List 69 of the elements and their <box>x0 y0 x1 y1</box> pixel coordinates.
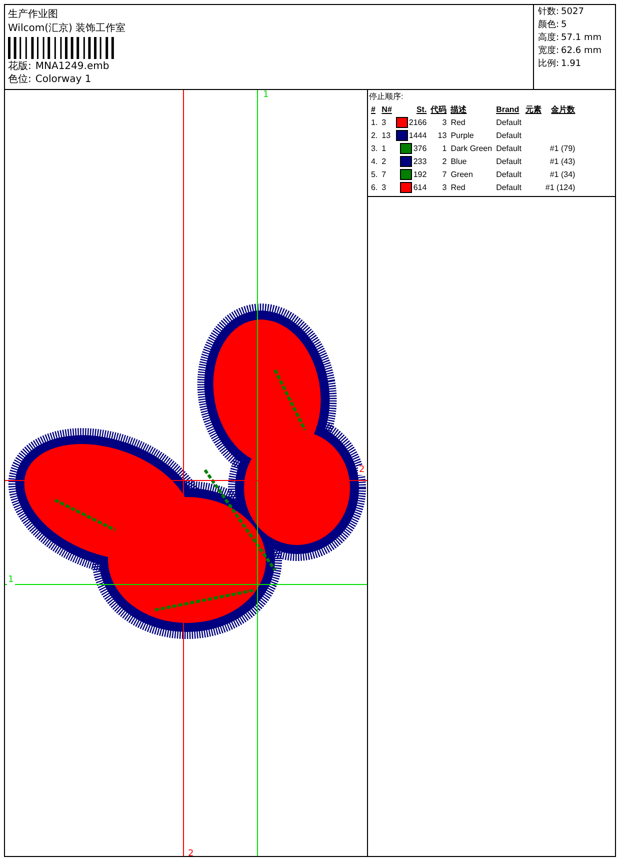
column-header: 代码 <box>429 104 448 116</box>
field-value: Colorway 1 <box>35 74 92 85</box>
table-cell-text: 3. <box>370 143 379 155</box>
stat-value: 62.6 mm <box>561 46 602 57</box>
stat-label: 针数: <box>538 7 560 18</box>
column-header: St. <box>415 104 428 116</box>
table-cell-text: #1 (79) <box>548 143 576 155</box>
table-cell-text: 13 <box>380 130 392 142</box>
table-cell-text: Blue <box>450 156 468 168</box>
column-header: 元素 <box>524 104 542 116</box>
table-cell-text: 3 <box>380 182 388 194</box>
table-cell-text: Default <box>495 156 522 168</box>
table-cell-text: 7 <box>380 169 388 181</box>
stat-value: 5027 <box>561 7 584 18</box>
stat-label: 宽度: <box>538 46 560 57</box>
stat-label: 颜色: <box>538 20 560 31</box>
table-cell-text: 3 <box>380 117 388 129</box>
table-cell-text: 2 <box>441 156 448 168</box>
stitch-count: 614 <box>413 183 427 192</box>
stat-label: 高度: <box>538 33 560 44</box>
table-cell-text: Red <box>450 117 466 129</box>
table-cell-text: Green <box>450 169 474 181</box>
stitch-count: 376 <box>413 144 427 153</box>
table-cell-text: 1. <box>370 117 379 129</box>
table-cell-text: 5. <box>370 169 379 181</box>
stitch-count: 233 <box>413 157 427 166</box>
column-header: 描述 <box>449 104 468 116</box>
field-label: 花版: <box>8 61 32 72</box>
table-cell-text: 2. <box>370 130 379 142</box>
guide-label: 1 <box>7 576 15 585</box>
table-cell-text: Dark Green <box>450 143 494 155</box>
table-cell-text: #1 (124) <box>544 182 576 194</box>
stat-value: 1.91 <box>561 59 582 70</box>
table-cell-text: Default <box>495 117 522 129</box>
table-cell-text: 2 <box>380 156 388 168</box>
table-cell-text: Purple <box>450 130 475 142</box>
column-header: # <box>370 104 376 116</box>
table-cell-text: 3 <box>441 117 448 129</box>
table-cell-text: Default <box>495 130 522 142</box>
table-cell-text: Default <box>495 143 522 155</box>
table-cell-text: 3 <box>441 182 448 194</box>
stop-sequence-title: 停止顺序: <box>369 91 404 102</box>
guide-label: 2 <box>358 466 366 475</box>
field-label: 色位: <box>8 74 32 85</box>
table-cell-text: 1 <box>441 143 448 155</box>
stitch-count: 1444 <box>408 131 427 140</box>
table-cell-text: 7 <box>441 169 448 181</box>
table-cell-text: #1 (34) <box>548 169 576 181</box>
stat-label: 比例: <box>538 59 560 70</box>
table-cell-text: Default <box>495 182 522 194</box>
table-cell-text: Default <box>495 169 522 181</box>
table-cell-text: 6. <box>370 182 379 194</box>
stitch-count: 192 <box>413 170 427 179</box>
table-cell-text: Red <box>450 182 466 194</box>
studio-name: Wilcom(汇京) 装饰工作室 <box>8 23 127 35</box>
guide-label: 2 <box>187 850 195 856</box>
stitch-count: 2166 <box>408 118 427 127</box>
column-header: 金片数 <box>550 104 576 116</box>
sheet-title: 生产作业图 <box>8 8 59 21</box>
column-header: Brand <box>495 104 520 116</box>
column-header: N# <box>380 104 393 116</box>
table-cell-text: 1 <box>380 143 388 155</box>
table-cell-text: 4. <box>370 156 379 168</box>
guide-label: 1 <box>262 91 270 100</box>
field-value: MNA1249.emb <box>35 61 110 72</box>
stat-value: 57.1 mm <box>561 33 602 44</box>
table-cell-text: 13 <box>436 130 448 142</box>
stat-value: 5 <box>561 20 567 31</box>
table-cell-text: #1 (43) <box>548 156 576 168</box>
